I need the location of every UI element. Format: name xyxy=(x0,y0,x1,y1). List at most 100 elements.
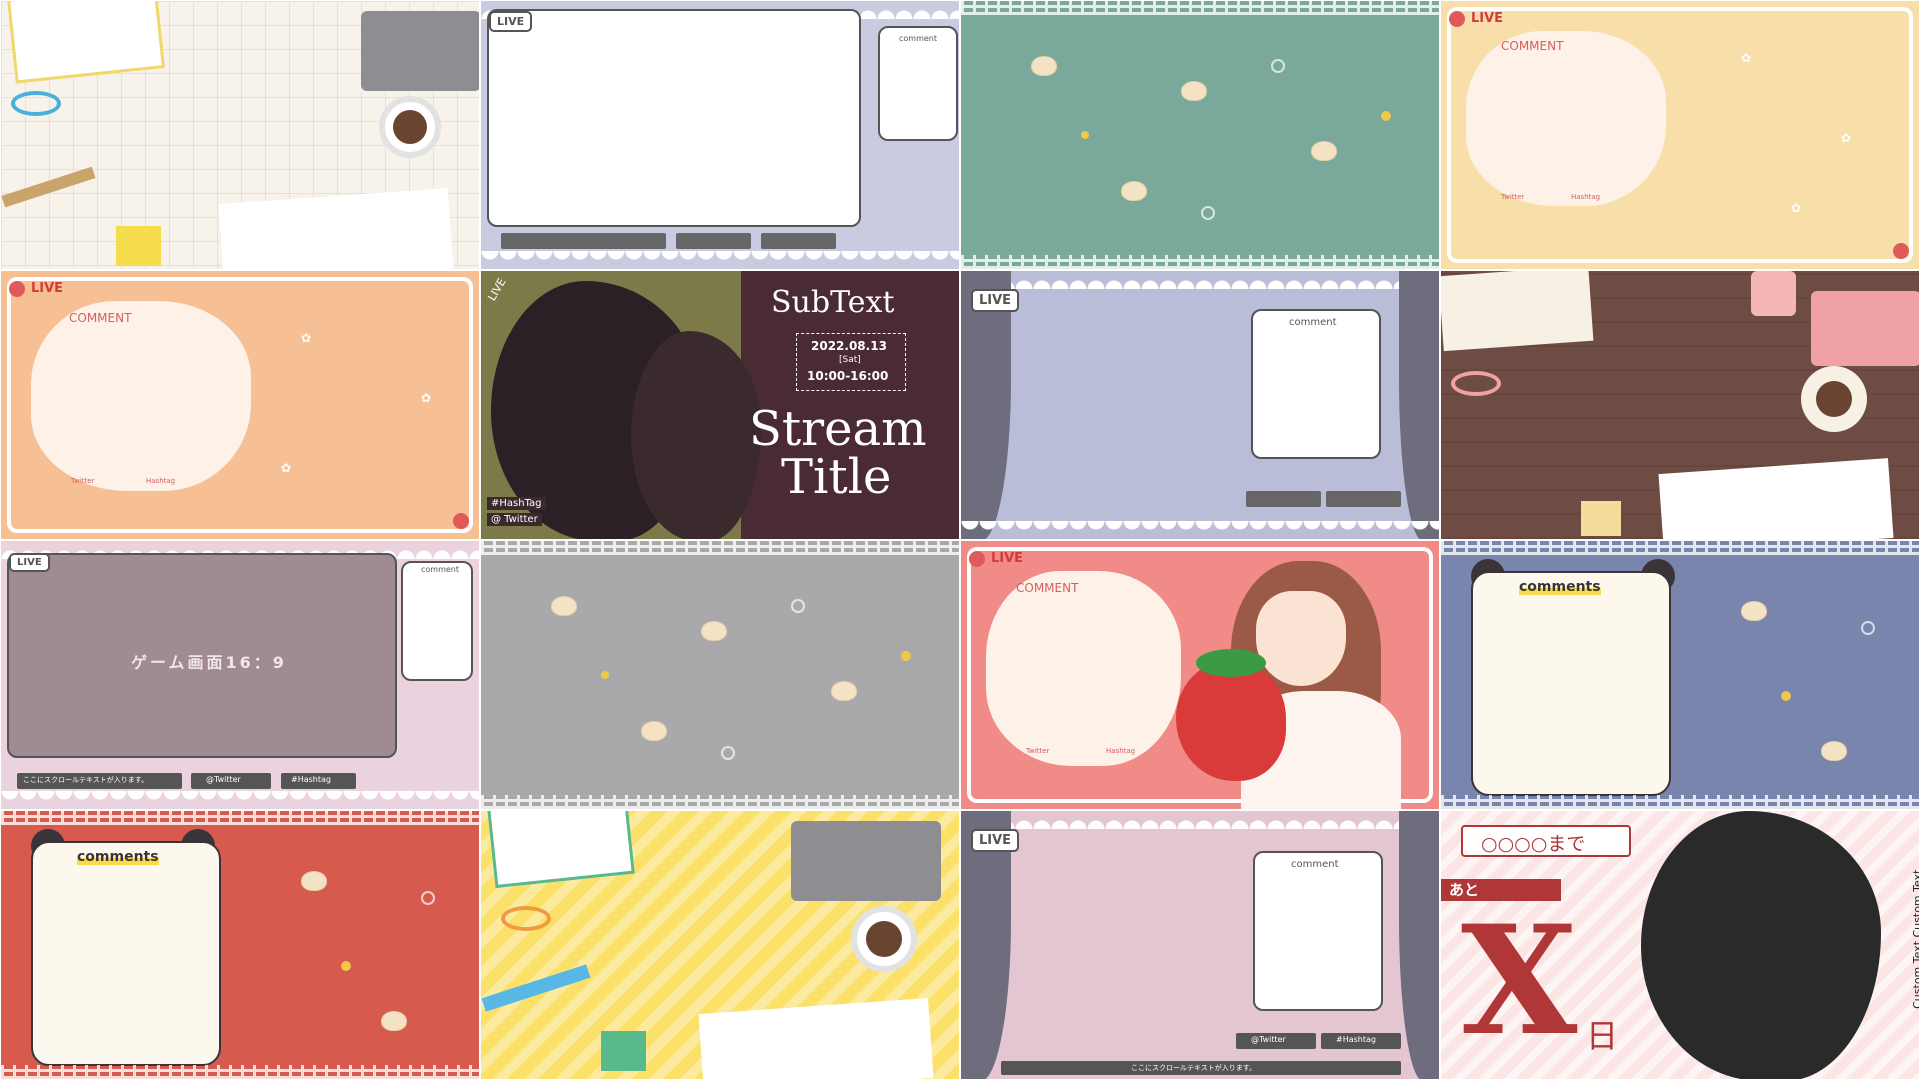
tile-cloud-yellow[interactable]: LIVE COMMENT Twitter Hashtag ✿ ✿ ✿ xyxy=(1440,0,1920,270)
dot-1 xyxy=(1781,691,1791,701)
ring-1 xyxy=(421,891,435,905)
twitter-label: @Twitter xyxy=(206,775,241,784)
tile-comments-red[interactable]: comments xyxy=(0,810,480,1080)
big-x: X xyxy=(1461,893,1578,1069)
notebook xyxy=(487,811,635,889)
subtext: SubText xyxy=(771,285,895,320)
time: 10:00-16:00 xyxy=(807,369,889,383)
bun-1 xyxy=(1031,56,1057,76)
live-badge: LIVE xyxy=(971,289,1020,312)
character-silhouette xyxy=(1641,811,1881,1079)
greek-border-bottom xyxy=(481,795,959,809)
strawberry-icon xyxy=(9,281,25,297)
ring-1 xyxy=(791,599,805,613)
tile-bun-grey[interactable] xyxy=(480,540,960,810)
live-badge: LIVE xyxy=(31,281,64,296)
bun-1 xyxy=(551,596,577,616)
twitter-label: Twitter xyxy=(1501,193,1525,201)
title-line-2: Title xyxy=(781,449,892,505)
bun-2 xyxy=(701,621,727,641)
sticky-note xyxy=(116,226,161,266)
bun-1 xyxy=(1741,601,1767,621)
greek-border-bottom xyxy=(1441,795,1919,809)
dot-1 xyxy=(341,961,351,971)
ring-2 xyxy=(1201,206,1215,220)
tile-curtain-blue[interactable]: LIVE comment xyxy=(960,270,1440,540)
bottom-scallop xyxy=(961,521,1439,539)
game-screen-label: ゲーム画面16：9 xyxy=(131,653,287,672)
comment-label: COMMENT xyxy=(69,311,132,325)
flower-icon: ✿ xyxy=(301,331,312,345)
bun-2 xyxy=(1181,81,1207,101)
countdown-label: ○○○○まで xyxy=(1481,833,1586,855)
coffee xyxy=(1816,381,1852,417)
comments-board xyxy=(31,841,221,1066)
greek-border-top xyxy=(1441,541,1919,555)
live-badge: LIVE xyxy=(971,829,1020,852)
hashtag-label: #Hashtag xyxy=(291,775,331,784)
bottom-scallop xyxy=(481,251,959,269)
coffee xyxy=(393,110,427,144)
bun-4 xyxy=(1121,181,1147,201)
hashtag-label: #Hashtag xyxy=(1336,1035,1376,1044)
ring-2 xyxy=(721,746,735,760)
bar-2 xyxy=(676,233,751,249)
tile-desk-yellow[interactable] xyxy=(480,810,960,1080)
tile-bun-green[interactable] xyxy=(960,0,1440,270)
tile-desk-grid[interactable] xyxy=(0,0,480,270)
notebook xyxy=(6,1,166,84)
comments-label: comments xyxy=(1519,579,1601,595)
twitter-label: @Twitter xyxy=(1251,1035,1286,1044)
tile-desk-wood[interactable] xyxy=(1440,270,1920,540)
flower-icon: ✿ xyxy=(1841,131,1852,145)
strawberry-icon xyxy=(1893,243,1909,259)
comment-label: comment xyxy=(1289,317,1337,328)
tile-live-frame-blue[interactable]: LIVE comment xyxy=(480,0,960,270)
scissors-icon xyxy=(1451,371,1501,396)
flower-icon: ✿ xyxy=(1791,201,1802,215)
tile-curtain-pink[interactable]: LIVE comment @Twitter #Hashtag ここにスクロールテ… xyxy=(960,810,1440,1080)
scroll-text: ここにスクロールテキストが入ります。 xyxy=(23,776,149,784)
curtain-right xyxy=(1399,811,1439,1079)
tile-countdown[interactable]: ○○○○まで あと X 日 Custom Text Custom Text. xyxy=(1440,810,1920,1080)
comment-cloud xyxy=(986,571,1181,766)
bottom-scallop xyxy=(1,791,479,809)
tile-comments-blue[interactable]: comments xyxy=(1440,540,1920,810)
ruler xyxy=(481,964,591,1012)
flower-icon: ✿ xyxy=(421,391,432,405)
hashtag-label: Hashtag xyxy=(146,477,176,485)
bun-2 xyxy=(1821,741,1847,761)
comments-label: comments xyxy=(77,849,159,865)
comment-panel xyxy=(878,26,958,141)
tile-cloud-orange[interactable]: LIVE COMMENT Twitter Hashtag ✿ ✿ ✿ xyxy=(0,270,480,540)
twitter-label: Twitter xyxy=(71,477,95,485)
laptop xyxy=(361,11,479,91)
thumbnail-grid: LIVE comment LIVE COMMENT Twitter Hashta… xyxy=(0,0,1920,1080)
laptop xyxy=(791,821,941,901)
top-scallop xyxy=(961,271,1439,289)
comment-panel xyxy=(401,561,473,681)
greek-border-bottom xyxy=(1,1065,479,1079)
dot-2 xyxy=(1081,131,1089,139)
top-scallop xyxy=(961,811,1439,829)
drawing-paper xyxy=(1658,458,1894,539)
dot-2 xyxy=(601,671,609,679)
bun-3 xyxy=(831,681,857,701)
comment-panel xyxy=(1253,851,1383,1011)
comment-cloud xyxy=(1466,31,1666,206)
live-badge: LIVE xyxy=(9,553,50,572)
day-label: 日 xyxy=(1586,1017,1619,1055)
tile-strawberry-girl[interactable]: LIVE COMMENT Twitter Hashtag xyxy=(960,540,1440,810)
scroll-text: ここにスクロールテキストが入ります。 xyxy=(1131,1064,1257,1072)
comment-label: COMMENT xyxy=(1016,581,1079,595)
greek-border-bottom xyxy=(961,255,1439,269)
hashtag-label: Hashtag xyxy=(1571,193,1601,201)
sticky-note xyxy=(1581,501,1621,536)
tile-stream-title[interactable]: LIVE SubText 2022.08.13 [Sat] 10:00-16:0… xyxy=(480,270,960,540)
curtain-right xyxy=(1399,271,1439,539)
bar-1 xyxy=(1246,491,1321,507)
day: [Sat] xyxy=(839,355,861,365)
greek-border-top xyxy=(481,541,959,555)
tile-game-pink[interactable]: LIVE ゲーム画面16：9 comment ここにスクロールテキストが入ります… xyxy=(0,540,480,810)
strawberry-leaves xyxy=(1196,649,1266,677)
